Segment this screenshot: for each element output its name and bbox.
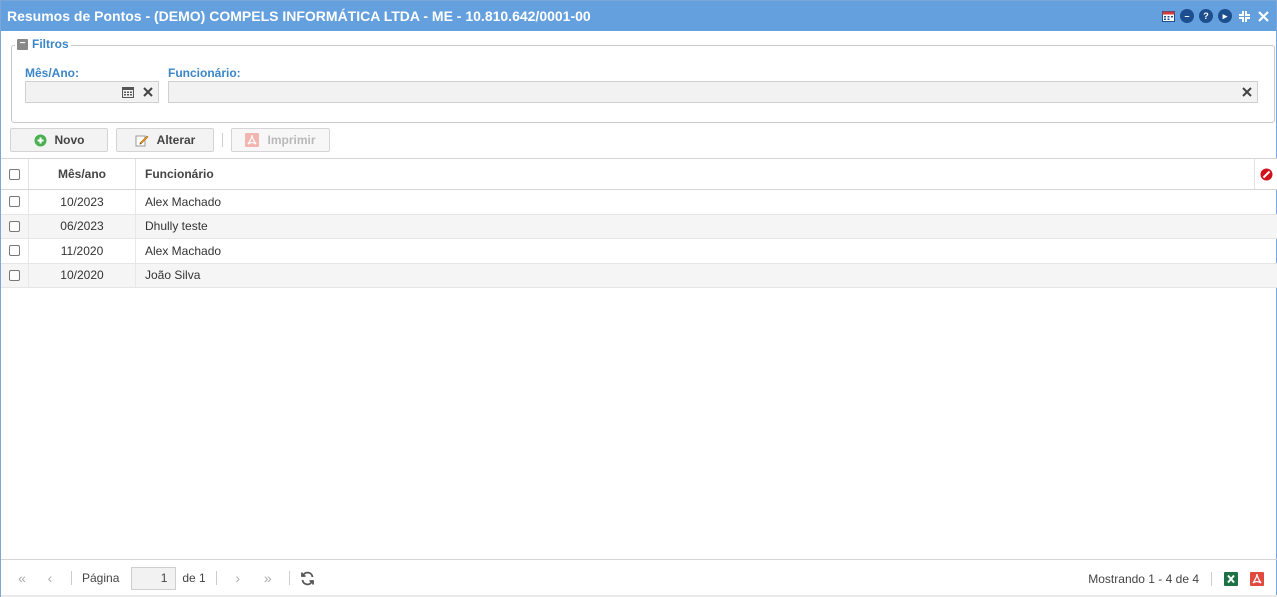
mes-ano-label: Mês/Ano: xyxy=(25,66,79,80)
pdf-export-icon[interactable] xyxy=(1250,571,1264,586)
minimize-icon[interactable]: – xyxy=(1180,9,1194,23)
window-tools: – ? ▸ xyxy=(1161,9,1270,23)
collapse-icon[interactable] xyxy=(1237,9,1251,23)
add-icon xyxy=(34,134,46,146)
help-icon[interactable]: ? xyxy=(1199,9,1213,23)
row-checkbox[interactable] xyxy=(9,196,20,208)
excel-export-icon[interactable] xyxy=(1224,571,1238,586)
pager-separator xyxy=(71,571,72,585)
next-page-icon[interactable]: › xyxy=(227,570,249,586)
resumos-pontos-window: Resumos de Pontos - (DEMO) COMPELS INFOR… xyxy=(0,0,1277,597)
clear-filter-icon[interactable] xyxy=(1260,168,1273,181)
table-row[interactable]: 06/2023 Dhully teste xyxy=(1,214,1277,239)
mes-ano-field[interactable] xyxy=(25,81,159,103)
action-toolbar: Novo Alterar Imprimir xyxy=(10,128,330,152)
calendar-icon[interactable] xyxy=(1161,9,1175,23)
first-page-icon[interactable]: « xyxy=(11,570,33,586)
page-total-label: de 1 xyxy=(182,571,206,585)
close-icon[interactable] xyxy=(1256,9,1270,23)
cell-mes-ano: 10/2023 xyxy=(29,190,136,214)
cell-mes-ano: 11/2020 xyxy=(29,239,136,263)
select-all-checkbox[interactable] xyxy=(9,168,20,180)
table-row[interactable]: 10/2020 João Silva xyxy=(1,263,1277,288)
page-label: Página xyxy=(82,571,120,585)
refresh-icon[interactable] xyxy=(300,571,315,586)
clear-mes-ano-icon[interactable] xyxy=(138,82,158,102)
table-row[interactable]: 11/2020 Alex Machado xyxy=(1,239,1277,264)
cell-funcionario: João Silva xyxy=(145,268,201,283)
next-icon[interactable]: ▸ xyxy=(1218,9,1232,23)
calendar-picker-icon[interactable] xyxy=(118,82,138,102)
prev-page-icon[interactable]: ‹ xyxy=(39,570,61,586)
alterar-button[interactable]: Alterar xyxy=(116,128,214,152)
pager-separator xyxy=(215,571,217,585)
imprimir-button[interactable]: Imprimir xyxy=(231,128,330,152)
column-header-mes-ano[interactable]: Mês/ano xyxy=(29,159,136,189)
novo-button[interactable]: Novo xyxy=(10,128,108,152)
cell-mes-ano: 10/2020 xyxy=(29,263,136,287)
select-all-cell xyxy=(1,159,29,189)
page-number-input[interactable]: 1 xyxy=(131,566,177,590)
alterar-label: Alterar xyxy=(156,133,196,147)
row-checkbox[interactable] xyxy=(9,245,20,257)
cell-mes-ano: 06/2023 xyxy=(29,214,136,238)
imprimir-label: Imprimir xyxy=(267,133,316,147)
clear-funcionario-icon[interactable] xyxy=(1237,82,1257,102)
row-checkbox[interactable] xyxy=(9,220,20,232)
novo-label: Novo xyxy=(54,133,85,147)
row-checkbox[interactable] xyxy=(9,269,20,281)
pager-separator xyxy=(1211,571,1212,586)
window-titlebar: Resumos de Pontos - (DEMO) COMPELS INFOR… xyxy=(1,1,1276,31)
edit-icon xyxy=(135,135,149,147)
funcionario-label: Funcionário: xyxy=(168,66,241,80)
results-grid: Mês/ano Funcionário 10/2023 Alex Machado… xyxy=(1,158,1277,288)
column-actions-cell xyxy=(1254,159,1277,189)
pagination-bar: « ‹ Página 1 de 1 › » Mostrando 1 - 4 de… xyxy=(1,559,1277,596)
last-page-icon[interactable]: » xyxy=(257,570,279,586)
pager-right: Mostrando 1 - 4 de 4 xyxy=(1088,560,1264,597)
toolbar-separator xyxy=(222,133,223,147)
table-row[interactable]: 10/2023 Alex Machado xyxy=(1,190,1277,215)
showing-count: Mostrando 1 - 4 de 4 xyxy=(1088,571,1199,586)
window-title: Resumos de Pontos - (DEMO) COMPELS INFOR… xyxy=(7,8,591,24)
filters-legend-label: Filtros xyxy=(32,37,69,51)
cell-funcionario: Alex Machado xyxy=(145,194,222,209)
pager-separator xyxy=(288,571,290,585)
column-header-funcionario[interactable]: Funcionário xyxy=(136,159,1254,189)
cell-funcionario: Dhully teste xyxy=(145,219,208,234)
funcionario-field[interactable] xyxy=(168,81,1258,103)
grid-header: Mês/ano Funcionário xyxy=(1,158,1277,190)
collapse-filters-icon[interactable]: − xyxy=(17,38,28,50)
pdf-icon xyxy=(245,133,260,147)
cell-funcionario: Alex Machado xyxy=(145,243,222,258)
filters-legend[interactable]: − Filtros xyxy=(15,37,71,51)
